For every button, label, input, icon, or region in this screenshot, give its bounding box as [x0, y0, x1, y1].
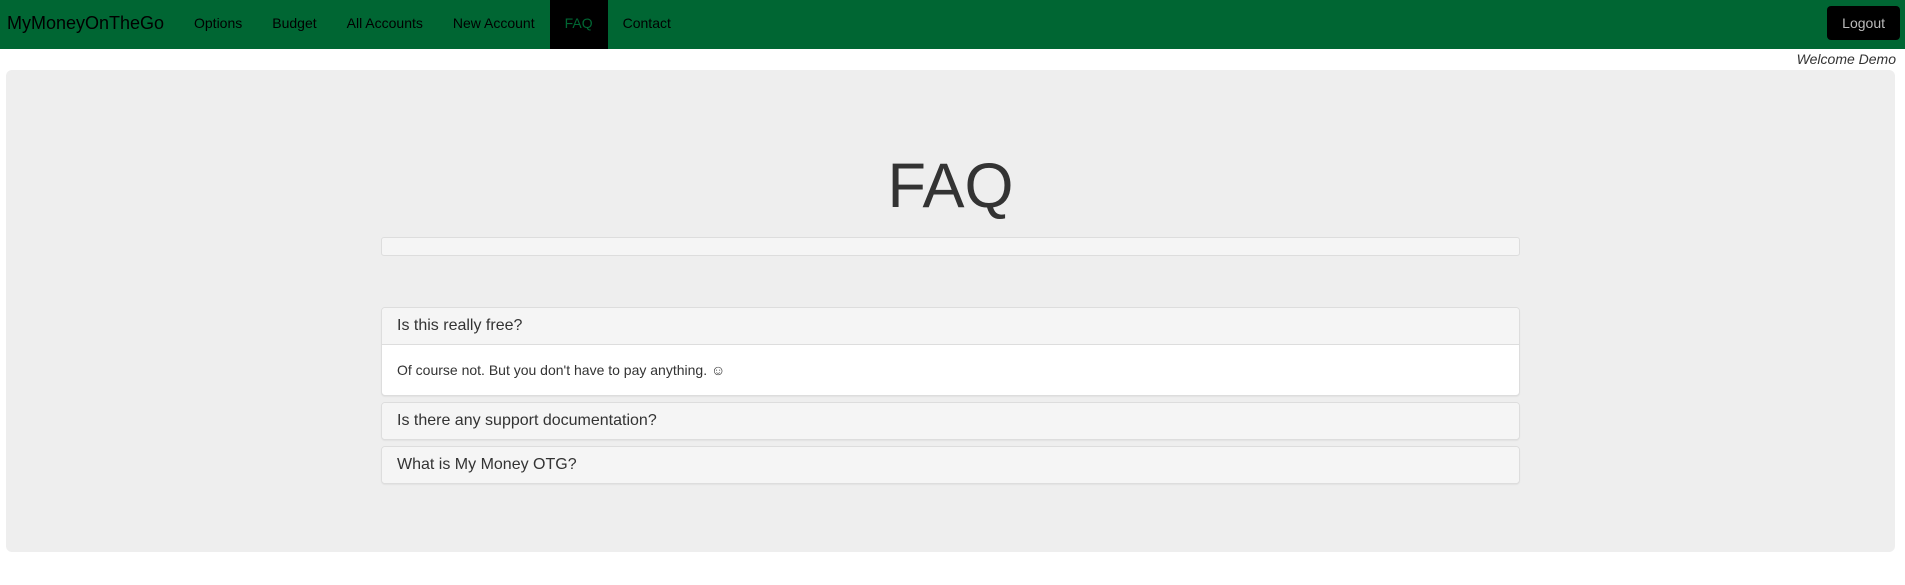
faq-question-about[interactable]: What is My Money OTG?: [382, 447, 1519, 483]
empty-well: [381, 237, 1520, 256]
nav-item-contact[interactable]: Contact: [608, 0, 686, 49]
faq-question-support-docs[interactable]: Is there any support documentation?: [382, 403, 1519, 439]
nav-item-options[interactable]: Options: [179, 0, 257, 49]
welcome-message: Welcome Demo: [1796, 51, 1896, 67]
faq-question-free[interactable]: Is this really free?: [382, 308, 1519, 345]
page-title: FAQ: [887, 151, 1014, 221]
nav-item-all-accounts[interactable]: All Accounts: [332, 0, 438, 49]
nav-item-faq[interactable]: FAQ: [549, 0, 608, 49]
nav-menu: Options Budget All Accounts New Account …: [179, 0, 686, 49]
brand-link[interactable]: MyMoneyOnTheGo: [7, 0, 164, 49]
nav-item-budget[interactable]: Budget: [257, 0, 331, 49]
faq-answer-free: Of course not. But you don't have to pay…: [397, 362, 726, 378]
faq-jumbotron: FAQ Is this really free? Of course not. …: [6, 70, 1895, 552]
nav-item-new-account[interactable]: New Account: [438, 0, 550, 49]
logout-button[interactable]: Logout: [1827, 6, 1900, 40]
faq-panel-free: Is this really free? Of course not. But …: [381, 307, 1520, 396]
top-navbar: MyMoneyOnTheGo Options Budget All Accoun…: [0, 0, 1905, 49]
faq-panel-support-docs: Is there any support documentation?: [381, 402, 1520, 440]
faq-panel-about: What is My Money OTG?: [381, 446, 1520, 484]
